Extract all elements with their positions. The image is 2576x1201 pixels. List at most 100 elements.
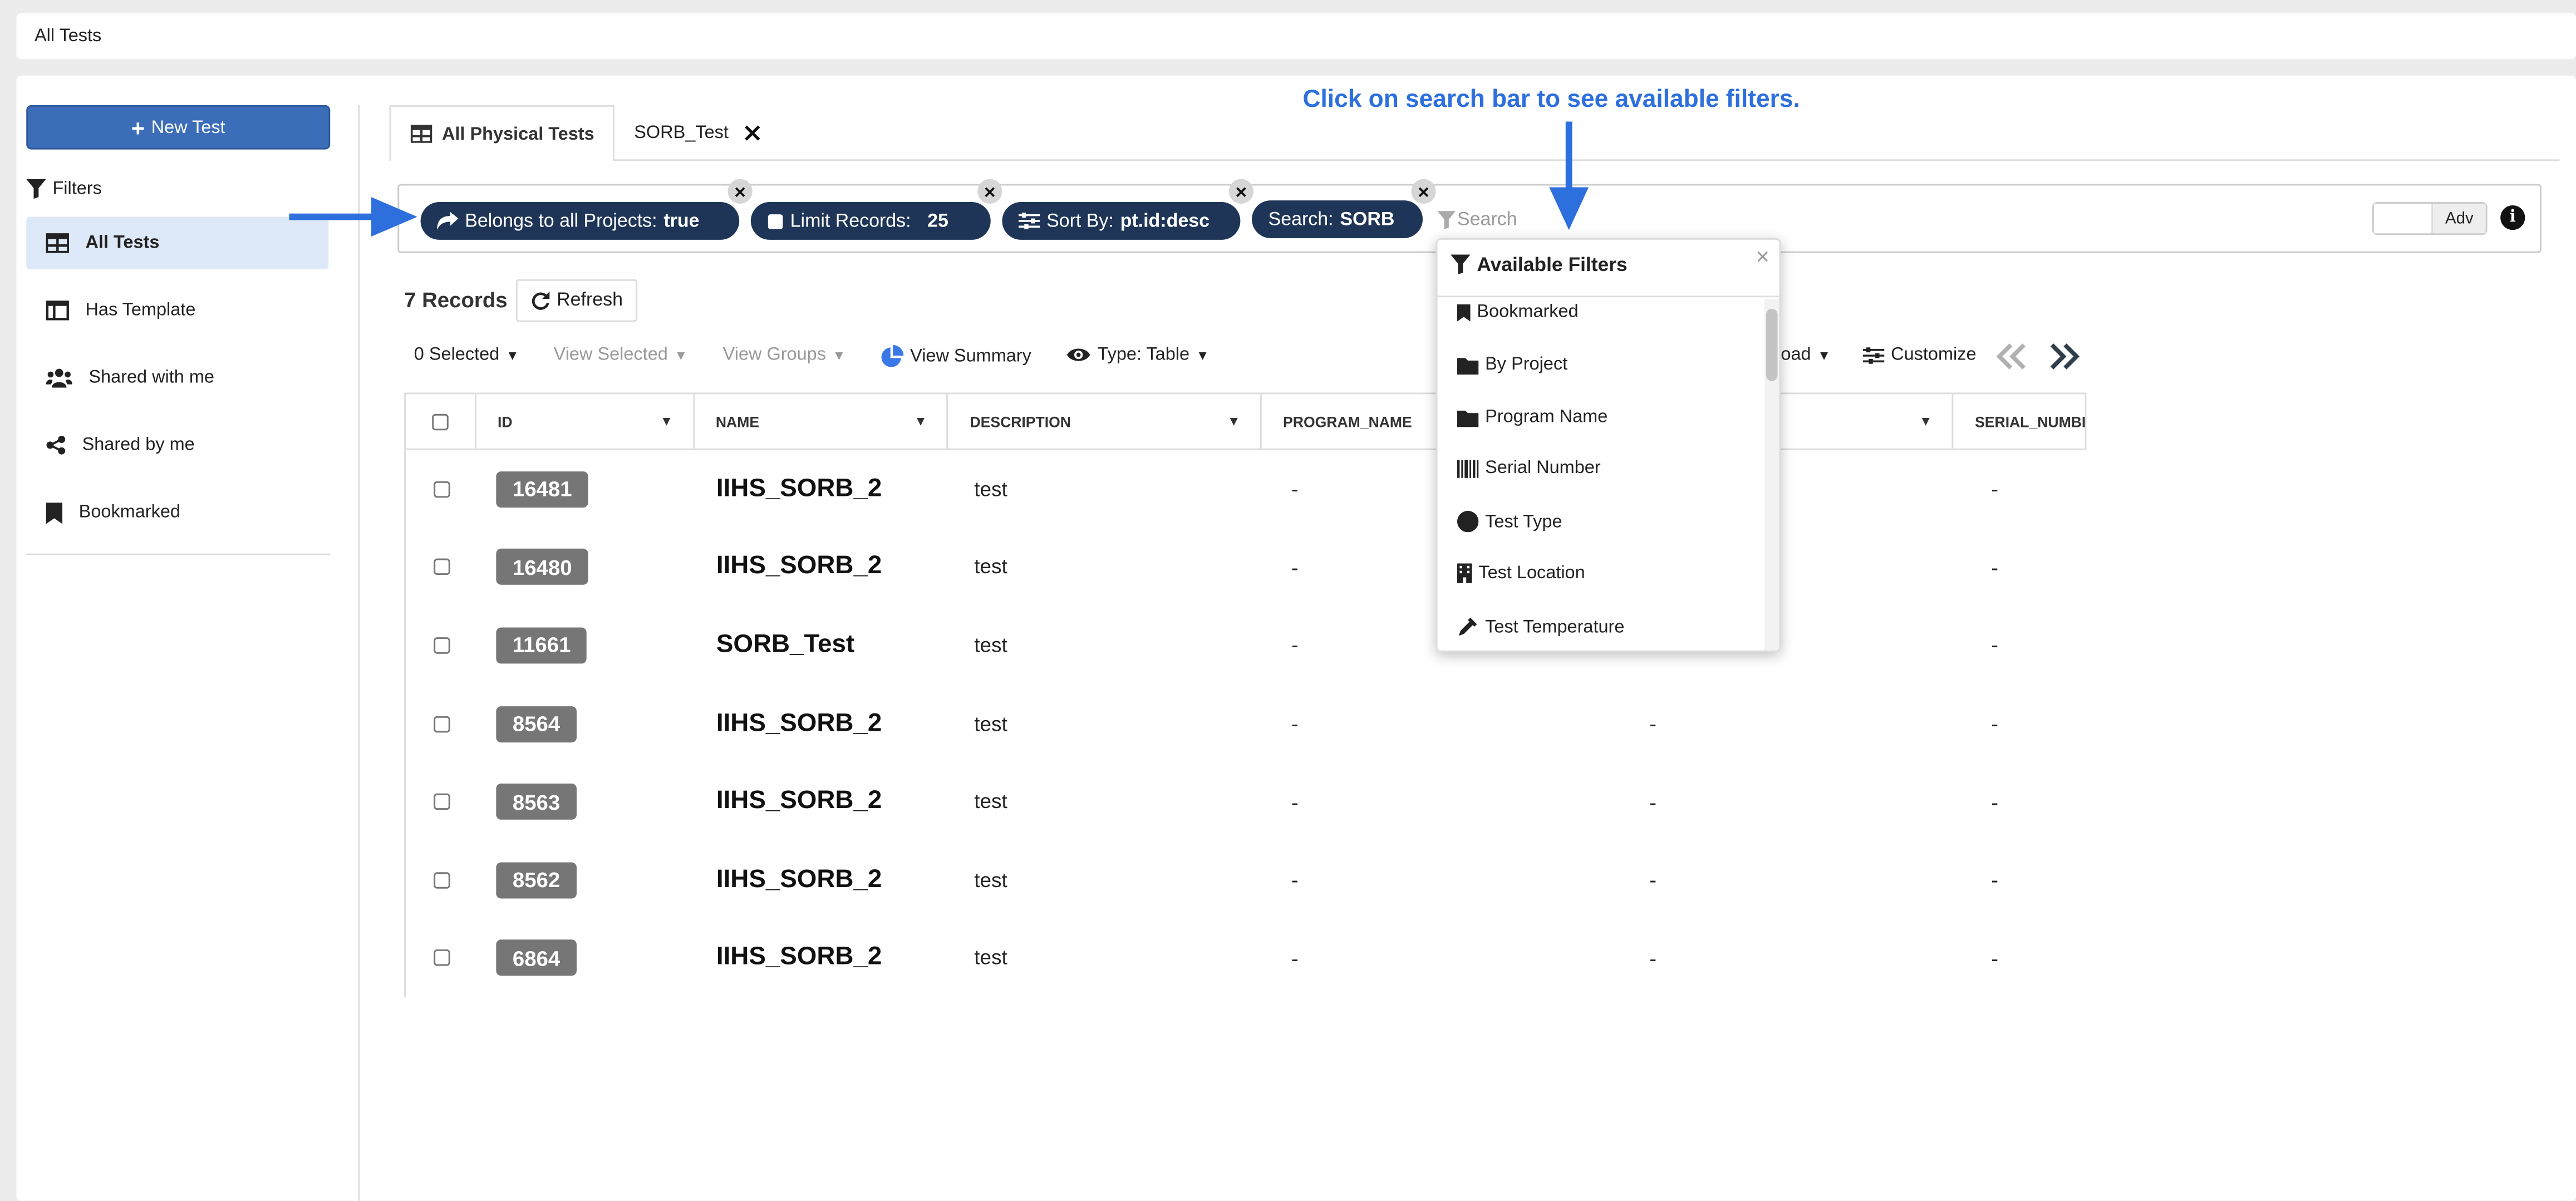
- records-count: 7 Records: [404, 287, 508, 312]
- table-row[interactable]: 6864 IIHS_SORB_2 test - - -: [406, 919, 2086, 997]
- double-chevron-left-icon[interactable]: [1996, 343, 2029, 370]
- dropdown-divider: [1437, 296, 1779, 298]
- caret-down-icon: ▼: [914, 414, 927, 429]
- filter-option-test-temperature[interactable]: Test Temperature: [1457, 616, 1624, 637]
- column-label: DESCRIPTION: [970, 413, 1071, 430]
- id-badge[interactable]: 16481: [496, 471, 589, 508]
- filter-option-by-project[interactable]: By Project: [1457, 355, 1567, 375]
- chip-label: Search:: [1268, 209, 1334, 229]
- id-badge[interactable]: 16480: [496, 549, 589, 585]
- row-program-name: -: [1291, 555, 1299, 580]
- column-label: NAME: [715, 413, 760, 430]
- caret-down-icon: ▼: [1227, 414, 1241, 429]
- filter-option-test-type[interactable]: Test Type: [1457, 510, 1562, 533]
- table-row[interactable]: 11661 SORB_Test test - -: [406, 607, 2086, 685]
- close-tab-icon[interactable]: [745, 125, 761, 141]
- row-serial: -: [1991, 946, 1999, 971]
- select-all-checkbox[interactable]: [432, 413, 449, 430]
- row-checkbox[interactable]: [434, 950, 450, 967]
- sidebar-item-shared-with-me[interactable]: Shared with me: [26, 352, 328, 404]
- caret-down-icon: ▼: [506, 347, 519, 362]
- sidebar-divider: [26, 553, 331, 555]
- customize-button[interactable]: Customize: [1863, 345, 1977, 365]
- close-icon[interactable]: ×: [1756, 243, 1769, 269]
- sidebar-item-bookmarked[interactable]: Bookmarked: [26, 486, 328, 539]
- chip-close-icon[interactable]: ×: [1411, 179, 1436, 204]
- id-badge[interactable]: 8562: [496, 862, 577, 898]
- table-row[interactable]: 8564 IIHS_SORB_2 test - - -: [406, 685, 2086, 762]
- new-test-label: New Test: [151, 117, 225, 137]
- info-icon[interactable]: i: [2500, 205, 2525, 230]
- table-row[interactable]: 8563 IIHS_SORB_2 test - - -: [406, 763, 2086, 841]
- row-checkbox[interactable]: [434, 481, 450, 498]
- row-checkbox[interactable]: [434, 794, 450, 810]
- chip-close-icon[interactable]: ×: [977, 179, 1002, 204]
- sidebar-item-all-tests[interactable]: All Tests: [26, 216, 329, 270]
- view-summary-label: View Summary: [910, 346, 1031, 367]
- view-selected-dropdown[interactable]: View Selected ▼: [554, 345, 687, 365]
- table-row[interactable]: 16481 IIHS_SORB_2 test - -: [406, 450, 2086, 528]
- view-groups-dropdown[interactable]: View Groups ▼: [723, 345, 845, 365]
- filter-option-program-name[interactable]: Program Name: [1457, 407, 1607, 427]
- column-header-name[interactable]: NAME ▼: [694, 394, 949, 449]
- download-dropdown[interactable]: oad ▼: [1781, 345, 1830, 365]
- row-name: IIHS_SORB_2: [716, 865, 882, 893]
- id-badge[interactable]: 8563: [496, 784, 577, 820]
- dropdown-scrollbar-thumb[interactable]: [1766, 308, 1778, 381]
- table-row[interactable]: 8562 IIHS_SORB_2 test - - -: [406, 841, 2086, 919]
- column-header-serial-number[interactable]: SERIAL_NUMBE: [1954, 394, 2085, 448]
- row-checkbox[interactable]: [434, 872, 450, 889]
- chip-value: SORB: [1340, 209, 1395, 229]
- chip-close-icon[interactable]: ×: [1228, 179, 1253, 204]
- type-dropdown[interactable]: Type: Table ▼: [1066, 345, 1209, 365]
- search-input[interactable]: [1457, 205, 1786, 235]
- table-body: 16481 IIHS_SORB_2 test - - 16480 IIHS_SO…: [404, 450, 2086, 998]
- id-badge[interactable]: 11661: [496, 627, 587, 664]
- row-name: IIHS_SORB_2: [716, 943, 882, 972]
- chip-value: pt.id:desc: [1120, 211, 1210, 231]
- template-icon: [46, 301, 69, 321]
- row-description: test: [974, 555, 1007, 579]
- table-row[interactable]: 16480 IIHS_SORB_2 test - -: [406, 528, 2086, 606]
- column-header-description[interactable]: DESCRIPTION ▼: [948, 394, 1262, 449]
- row-checkbox[interactable]: [434, 637, 450, 654]
- filter-chip-limit[interactable]: Limit Records: 25: [750, 202, 991, 240]
- tab-sorb-test[interactable]: SORB_Test: [634, 105, 761, 161]
- row-checkbox[interactable]: [434, 559, 450, 576]
- barcode-icon: [1457, 459, 1479, 478]
- row-name: IIHS_SORB_2: [716, 474, 882, 503]
- sidebar-item-has-template[interactable]: Has Template: [26, 284, 328, 337]
- chip-close-icon[interactable]: ×: [727, 179, 753, 204]
- folder-icon: [1457, 408, 1479, 426]
- view-summary-button[interactable]: View Summary: [881, 344, 1031, 368]
- selected-label: 0 Selected: [414, 344, 500, 365]
- filter-option-test-location[interactable]: Test Location: [1457, 563, 1585, 583]
- filter-chip-search[interactable]: Search: SORB: [1252, 200, 1423, 238]
- adv-toggle[interactable]: Adv: [2372, 202, 2487, 235]
- double-chevron-right-icon[interactable]: [2047, 343, 2080, 370]
- filter-option-bookmarked[interactable]: Bookmarked: [1457, 302, 1579, 322]
- column-header-id[interactable]: ID ▼: [476, 394, 695, 449]
- column-label: ID: [498, 413, 513, 430]
- new-test-button[interactable]: + New Test: [26, 105, 331, 150]
- row-checkbox[interactable]: [434, 715, 450, 732]
- id-badge[interactable]: 6864: [496, 940, 577, 977]
- tab-all-physical-tests[interactable]: All Physical Tests: [389, 105, 614, 161]
- caret-down-icon: ▼: [832, 347, 846, 362]
- row-serial: -: [1991, 789, 1999, 814]
- id-badge[interactable]: 8564: [496, 705, 577, 742]
- selected-dropdown[interactable]: 0 Selected ▼: [414, 345, 519, 365]
- row-col5: -: [1649, 946, 1657, 971]
- filter-option-serial-number[interactable]: Serial Number: [1457, 458, 1601, 478]
- filter-option-label: Bookmarked: [1477, 302, 1579, 322]
- refresh-button[interactable]: Refresh: [515, 279, 638, 322]
- row-name: IIHS_SORB_2: [716, 708, 882, 737]
- select-all-cell: [406, 394, 476, 449]
- view-groups-label: View Groups: [722, 344, 826, 365]
- filter-chip-sort[interactable]: Sort By: pt.id:desc: [1002, 202, 1241, 240]
- instruction-annotation: Click on search bar to see available fil…: [1302, 85, 1800, 114]
- sidebar-item-shared-by-me[interactable]: Shared by me: [26, 419, 328, 471]
- filter-chip-projects[interactable]: Belongs to all Projects: true: [420, 202, 740, 240]
- sidebar-item-label: Shared by me: [82, 435, 195, 455]
- customize-label: Customize: [1891, 344, 1977, 365]
